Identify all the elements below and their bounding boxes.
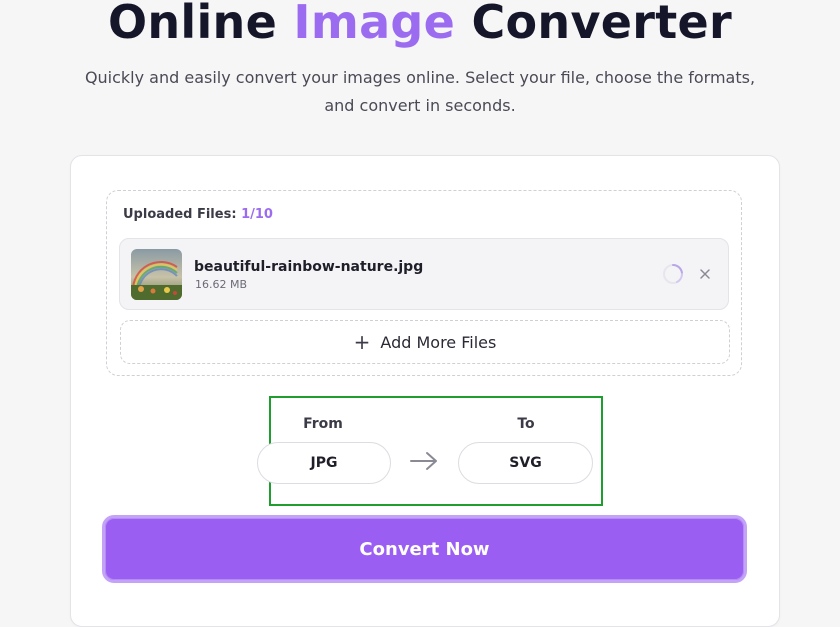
to-format-select[interactable]: SVG — [458, 442, 593, 484]
add-more-files-label: Add More Files — [380, 332, 497, 352]
from-format-select[interactable]: JPG — [257, 442, 391, 484]
from-label: From — [303, 416, 343, 432]
plus-icon: + — [353, 330, 371, 354]
convert-now-label: Convert Now — [359, 538, 490, 560]
title-accent: Image — [293, 0, 456, 49]
from-format-value: JPG — [310, 455, 338, 471]
page-subtitle: Quickly and easily convert your images o… — [60, 64, 780, 120]
file-size: 16.62 MB — [195, 278, 248, 291]
to-label: To — [517, 416, 535, 432]
title-part-2: Converter — [471, 0, 733, 49]
uploaded-files-text: Uploaded Files: — [123, 207, 237, 222]
subtitle-line-2: and convert in seconds. — [324, 96, 516, 115]
loading-spinner-icon — [661, 262, 685, 286]
uploaded-files-label: Uploaded Files: 1/10 — [123, 206, 273, 224]
title-part-1: Online — [107, 0, 278, 49]
convert-now-button[interactable]: Convert Now — [102, 515, 747, 583]
add-more-files-button[interactable]: + Add More Files — [120, 320, 730, 364]
page-title: Online Image Converter — [0, 0, 840, 50]
arrow-right-icon — [408, 448, 440, 474]
uploaded-files-count: 1/10 — [241, 207, 273, 222]
file-name: beautiful-rainbow-nature.jpg — [194, 259, 424, 275]
close-icon[interactable] — [697, 266, 713, 282]
file-thumbnail — [131, 249, 182, 300]
subtitle-line-1: Quickly and easily convert your images o… — [84, 68, 756, 87]
to-format-value: SVG — [509, 455, 542, 471]
